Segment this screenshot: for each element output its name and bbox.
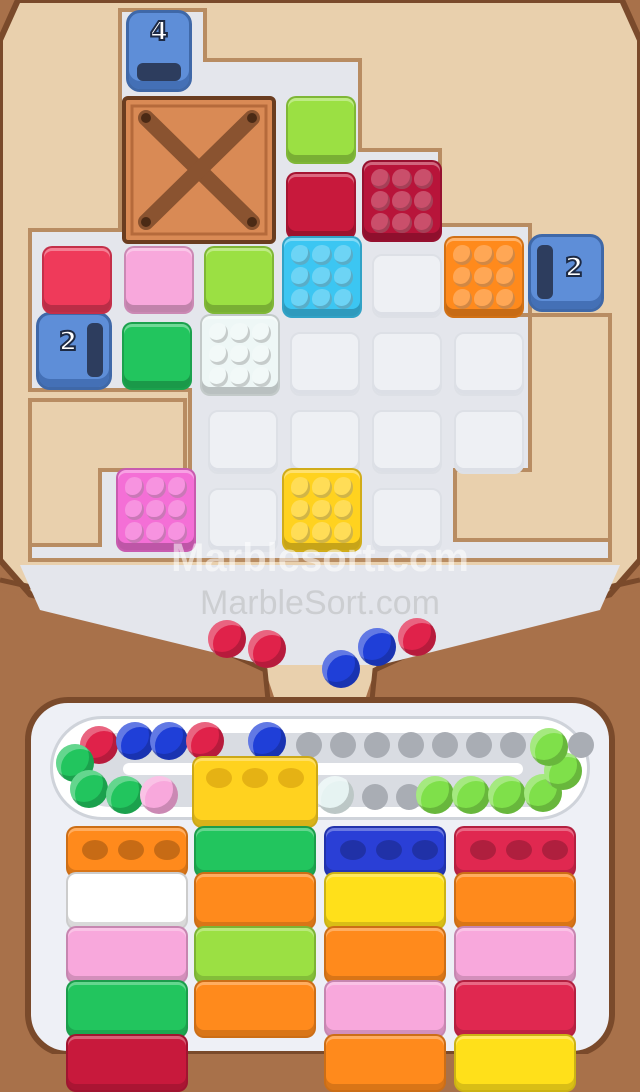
pink-block[interactable]: [124, 246, 194, 314]
falling-marble: [358, 628, 396, 666]
falling-marble: [248, 630, 286, 668]
column-top-container[interactable]: [66, 826, 188, 878]
column-stack-container: [66, 980, 188, 1038]
empty-cell[interactable]: [290, 410, 360, 474]
watermark: MarbleSort.com: [200, 584, 440, 622]
track-marble: [186, 722, 224, 760]
white-studded-block[interactable]: [200, 314, 280, 396]
falling-marble: [398, 618, 436, 656]
conveyor-slot: [466, 732, 492, 758]
conveyor-center-block[interactable]: [192, 756, 318, 828]
column-top-container[interactable]: [324, 826, 446, 878]
column-top-container[interactable]: [194, 826, 316, 878]
column-stack-container: [66, 1034, 188, 1092]
column-stack-container: [194, 980, 316, 1038]
track-marble: [116, 722, 154, 760]
tunnel-count: 2: [58, 326, 78, 358]
lime-block-2[interactable]: [204, 246, 274, 314]
empty-cell[interactable]: [372, 410, 442, 474]
watermark: Marblesort.com: [171, 536, 469, 580]
column-stack-container: [324, 1034, 446, 1092]
track-marble: [316, 776, 354, 814]
lime-block[interactable]: [286, 96, 356, 164]
track-marble: [416, 776, 454, 814]
tunnel-count: 2: [564, 252, 584, 284]
column-stack-container: [454, 872, 576, 930]
red-block[interactable]: [42, 246, 112, 314]
empty-cell[interactable]: [454, 332, 524, 396]
tunnel-top[interactable]: 4: [126, 10, 192, 92]
conveyor-slot: [330, 732, 356, 758]
conveyor-slot: [500, 732, 526, 758]
column-stack-container: [194, 926, 316, 984]
track-marble: [106, 776, 144, 814]
conveyor-slot: [398, 732, 424, 758]
empty-cell[interactable]: [454, 410, 524, 474]
track-marble: [70, 770, 108, 808]
column-top-container[interactable]: [454, 826, 576, 878]
conveyor-slot: [364, 732, 390, 758]
column-stack-container: [66, 926, 188, 984]
falling-marble: [208, 620, 246, 658]
crimson-block[interactable]: [286, 172, 356, 240]
orange-studded-block[interactable]: [444, 236, 524, 318]
track-marble: [248, 722, 286, 760]
column-stack-container: [66, 872, 188, 930]
tunnel-right[interactable]: 2: [528, 234, 604, 312]
column-stack-container: [194, 872, 316, 930]
crate-cross-icon: [130, 104, 268, 236]
column-stack-container: [454, 980, 576, 1038]
tunnel-left[interactable]: 2: [36, 312, 112, 390]
tunnel-count: 4: [149, 16, 169, 48]
track-marble: [140, 776, 178, 814]
conveyor-slot: [296, 732, 322, 758]
empty-cell[interactable]: [290, 332, 360, 396]
column-stack-container: [324, 872, 446, 930]
track-marble: [488, 776, 526, 814]
column-stack-container: [454, 926, 576, 984]
track-marble: [452, 776, 490, 814]
track-marble: [530, 728, 568, 766]
column-stack-container: [324, 980, 446, 1038]
empty-cell[interactable]: [372, 332, 442, 396]
empty-cell[interactable]: [208, 410, 278, 474]
track-marble: [150, 722, 188, 760]
cyan-studded-block[interactable]: [282, 236, 362, 318]
empty-cell[interactable]: [372, 254, 442, 318]
conveyor-slot: [432, 732, 458, 758]
conveyor-slot: [362, 784, 388, 810]
wooden-crate: [122, 96, 276, 244]
falling-marble: [322, 650, 360, 688]
column-stack-container: [454, 1034, 576, 1092]
crimson-studded-block[interactable]: [362, 160, 442, 242]
green-block[interactable]: [122, 322, 192, 390]
column-stack-container: [324, 926, 446, 984]
